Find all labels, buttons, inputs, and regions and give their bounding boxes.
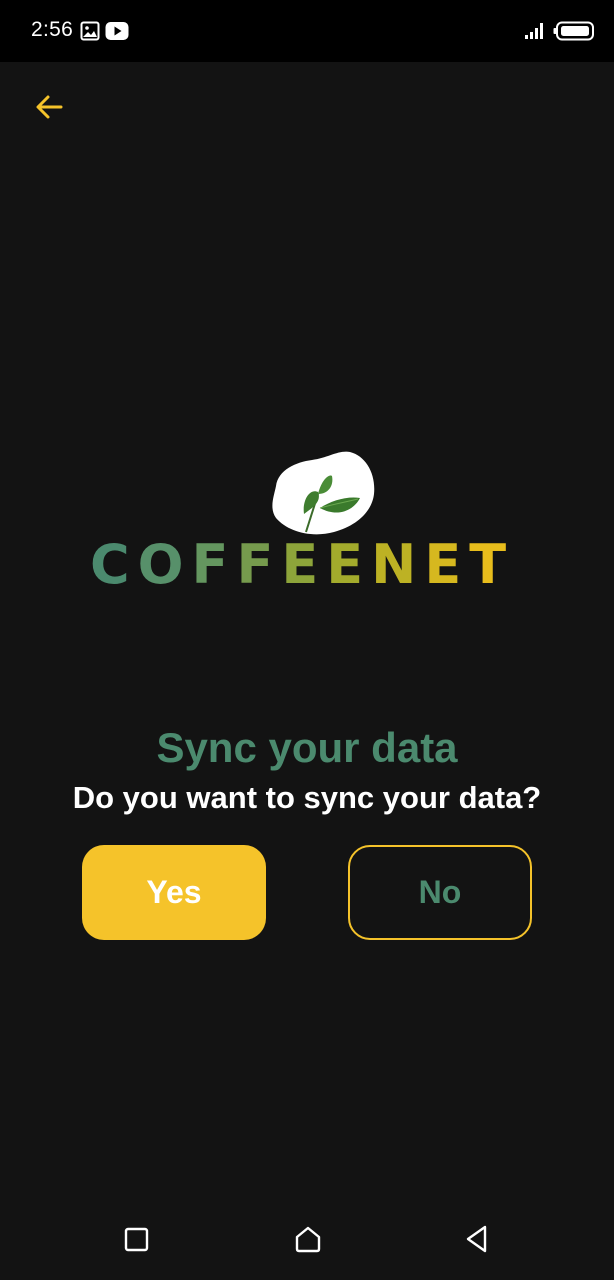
coffeenet-logo: COFFEENET [90, 448, 530, 598]
leaf-icon [266, 448, 378, 545]
logo-letter: O [137, 533, 192, 596]
status-time: 2:56 [31, 18, 74, 41]
no-button[interactable]: No [348, 845, 532, 940]
logo-letter: E [424, 533, 470, 596]
status-bar: 2:56 [0, 0, 614, 62]
logo-letter: E [326, 533, 372, 596]
arrow-left-icon [33, 91, 65, 128]
sync-title: Sync your data [156, 724, 458, 771]
logo-letter: E [281, 533, 327, 596]
back-triangle-icon[interactable] [463, 1224, 493, 1259]
logo-letter: C [90, 533, 138, 596]
battery-icon [553, 21, 595, 46]
logo-letter: F [236, 533, 282, 596]
back-button[interactable] [26, 86, 72, 132]
logo-letter: F [191, 533, 237, 596]
home-icon[interactable] [293, 1224, 323, 1259]
gallery-icon [80, 21, 100, 46]
no-button-label: No [418, 874, 462, 910]
yes-button-label: Yes [146, 874, 202, 910]
logo-wordmark: COFFEENET [90, 533, 514, 596]
sync-screen: 2:56 COFFEENET Sync your data Do you wan… [0, 0, 614, 1280]
sync-message: Do you want to sync your data? [72, 780, 542, 815]
logo-letter: N [371, 533, 425, 596]
youtube-icon [105, 21, 129, 46]
yes-button[interactable]: Yes [82, 845, 266, 940]
logo-letter: T [469, 533, 515, 596]
signal-icon [524, 22, 546, 45]
recent-apps-icon[interactable] [123, 1226, 151, 1259]
system-nav-bar [0, 1200, 614, 1280]
